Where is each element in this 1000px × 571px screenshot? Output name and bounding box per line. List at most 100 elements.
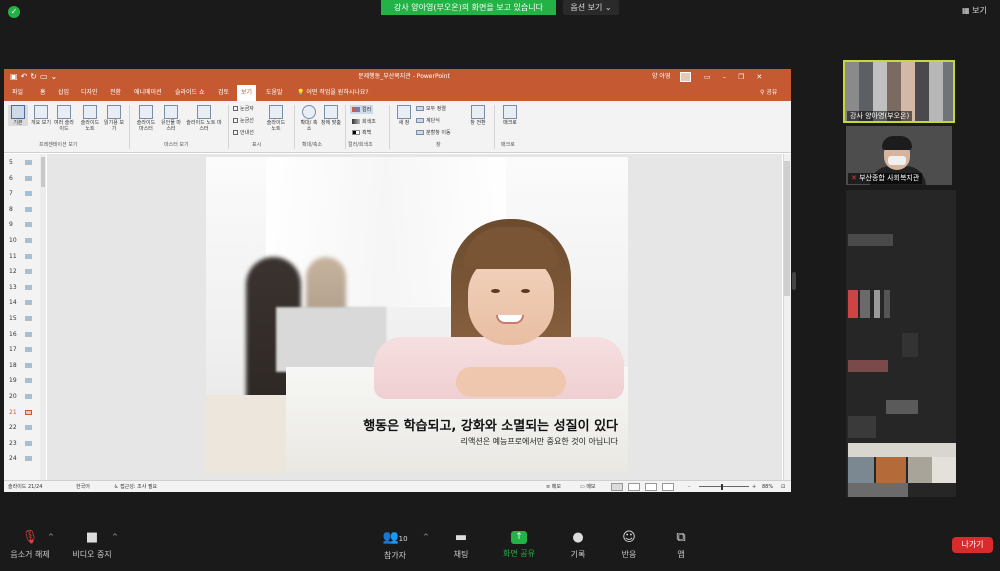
- slide-thumbnail[interactable]: 9: [7, 218, 37, 232]
- notes-button[interactable]: 슬라이드 노트: [266, 105, 286, 132]
- tab-help[interactable]: 도움말: [266, 85, 283, 101]
- vertical-scroll-handle[interactable]: [784, 161, 790, 296]
- macros-button[interactable]: 매크로: [498, 105, 522, 126]
- view-button[interactable]: ▦ 보기: [962, 4, 996, 18]
- tab-design[interactable]: 디자인: [81, 85, 98, 101]
- slide-thumbnail[interactable]: 5: [7, 156, 37, 170]
- quick-access-toolbar[interactable]: ▣↶↻▭⌄: [10, 69, 60, 85]
- handout-master-button[interactable]: 유인물 마스터: [161, 105, 181, 132]
- slide-sorter-button[interactable]: 여러 슬라이드: [54, 105, 74, 132]
- cascade-button[interactable]: 계단식: [416, 117, 440, 124]
- normal-view-icon[interactable]: [611, 483, 623, 491]
- customize-icon[interactable]: ⌄: [51, 72, 61, 81]
- participant-tiles-obscured[interactable]: [846, 190, 956, 497]
- reactions-button[interactable]: ☺ 반응: [616, 531, 642, 560]
- slide-thumbnail[interactable]: 24: [7, 452, 37, 466]
- leave-meeting-button[interactable]: 나가기: [952, 537, 993, 553]
- account-avatar[interactable]: [680, 72, 691, 82]
- reading-view-button[interactable]: 읽기용 보기: [104, 105, 124, 132]
- fit-slide-icon[interactable]: ⊡: [781, 481, 785, 492]
- tab-insert[interactable]: 삽입: [58, 85, 69, 101]
- slide-thumbnail[interactable]: 11: [7, 250, 37, 264]
- redo-icon[interactable]: ↻: [30, 72, 40, 81]
- fit-to-window-button[interactable]: 창에 맞춤: [321, 105, 341, 126]
- slide-thumbnail[interactable]: 15: [7, 312, 37, 326]
- ribbon-display-icon[interactable]: ▭: [704, 73, 723, 81]
- zoom-button[interactable]: 확대/ 축소: [299, 105, 319, 132]
- zoom-out-icon[interactable]: –: [688, 481, 691, 492]
- slide-title[interactable]: 행동은 학습되고, 강화와 소멸되는 성질이 있다: [318, 415, 618, 434]
- slide-sorter-icon[interactable]: [628, 483, 640, 491]
- normal-view-button[interactable]: 기본: [8, 105, 28, 126]
- slide-thumbnail[interactable]: 10: [7, 234, 37, 248]
- ruler-checkbox[interactable]: 눈금자: [233, 105, 254, 112]
- slide-thumbnail[interactable]: 22: [7, 421, 37, 435]
- switch-window-button[interactable]: 창 전환: [466, 105, 490, 126]
- tab-file[interactable]: 파일: [12, 85, 23, 101]
- slide-master-button[interactable]: 슬라이드 마스터: [136, 105, 156, 132]
- tab-transitions[interactable]: 전환: [110, 85, 121, 101]
- new-window-button[interactable]: 새 창: [394, 105, 414, 126]
- participant-video-tile[interactable]: ✕ 부산종합 사회복지관: [846, 126, 952, 185]
- presenter-video-tile[interactable]: 강사 양아영(부오온): [843, 60, 955, 123]
- participants-button[interactable]: 👥10 참가자: [380, 531, 410, 561]
- notes-page-button[interactable]: 슬라이드 노트: [80, 105, 100, 132]
- slide-thumbnail[interactable]: 19: [7, 374, 37, 388]
- thumbnail-scrollbar[interactable]: [40, 154, 46, 480]
- minimize-icon[interactable]: –: [723, 73, 739, 81]
- arrange-all-button[interactable]: 모두 정렬: [416, 105, 446, 112]
- slide-thumbnail[interactable]: 13: [7, 281, 37, 295]
- gridlines-checkbox[interactable]: 눈금선: [233, 117, 254, 124]
- tab-animations[interactable]: 애니메이션: [134, 85, 162, 101]
- share-button[interactable]: ⚲ 공유: [760, 85, 777, 101]
- reading-view-icon[interactable]: [645, 483, 657, 491]
- move-split-button[interactable]: 분할창 이동: [416, 129, 451, 136]
- outline-view-button[interactable]: 개요 보기: [31, 105, 51, 126]
- language-indicator[interactable]: 한국어: [76, 481, 90, 492]
- share-screen-button[interactable]: ↑ 화면 공유: [500, 531, 538, 559]
- account-name[interactable]: 양 아영: [652, 69, 670, 85]
- slide-thumbnail[interactable]: 16: [7, 328, 37, 342]
- tab-home[interactable]: 홈: [40, 85, 46, 101]
- audio-options-chevron-icon[interactable]: ^: [48, 533, 54, 541]
- record-button[interactable]: ● 기록: [565, 531, 591, 560]
- zoom-in-icon[interactable]: +: [752, 481, 756, 492]
- slide-thumbnail[interactable]: 18: [7, 359, 37, 373]
- pane-resize-handle[interactable]: [792, 272, 796, 290]
- guides-checkbox[interactable]: 안내선: [233, 129, 254, 136]
- tab-view[interactable]: 보기: [237, 85, 257, 101]
- restore-icon[interactable]: ❐: [738, 73, 756, 81]
- slide-thumbnail[interactable]: 7: [7, 187, 37, 201]
- slide-subtitle[interactable]: 리액션은 예능프로에서만 중요한 것이 아닙니다: [318, 436, 618, 447]
- undo-icon[interactable]: ↶: [21, 72, 31, 81]
- tell-me-search[interactable]: 💡 어떤 작업을 원하시나요?: [297, 85, 369, 101]
- mute-button[interactable]: 🎙 음소거 해제: [8, 531, 52, 560]
- zoom-level[interactable]: 88%: [762, 481, 773, 492]
- video-button[interactable]: ■ 비디오 중지: [70, 531, 114, 560]
- accessibility-status[interactable]: ♿ 접근성: 조사 필요: [114, 481, 157, 492]
- notes-toggle[interactable]: ≡ 메모: [546, 481, 561, 492]
- slide-thumbnail[interactable]: 17: [7, 343, 37, 357]
- security-shield-icon[interactable]: ✓: [8, 6, 20, 18]
- zoom-slider[interactable]: [699, 486, 749, 487]
- tab-slideshow[interactable]: 슬라이드 쇼: [175, 85, 205, 101]
- grayscale-option[interactable]: 회색조: [352, 118, 376, 125]
- present-icon[interactable]: ▭: [40, 72, 51, 81]
- color-option[interactable]: 컬러: [350, 105, 374, 114]
- thumbnail-scroll-handle[interactable]: [41, 157, 45, 187]
- slideshow-icon[interactable]: [662, 483, 674, 491]
- slide-thumbnail[interactable]: 6: [7, 172, 37, 186]
- tab-review[interactable]: 검토: [218, 85, 229, 101]
- video-options-chevron-icon[interactable]: ^: [112, 533, 118, 541]
- close-icon[interactable]: ✕: [756, 73, 774, 81]
- slide-thumbnail[interactable]: 20: [7, 390, 37, 404]
- notes-master-button[interactable]: 슬라이드 노트 마스터: [186, 105, 222, 132]
- slide-thumbnail[interactable]: 8: [7, 203, 37, 217]
- slide-thumbnail[interactable]: 14: [7, 296, 37, 310]
- apps-button[interactable]: ⧉ 앱: [668, 531, 694, 560]
- black-white-option[interactable]: 흑백: [352, 129, 371, 136]
- slide-thumbnail[interactable]: 23: [7, 437, 37, 451]
- view-options-button[interactable]: 옵션 보기 ⌄: [563, 0, 619, 15]
- slide-thumbnail[interactable]: 21: [7, 406, 37, 420]
- chat-button[interactable]: ▬ 채팅: [448, 531, 474, 560]
